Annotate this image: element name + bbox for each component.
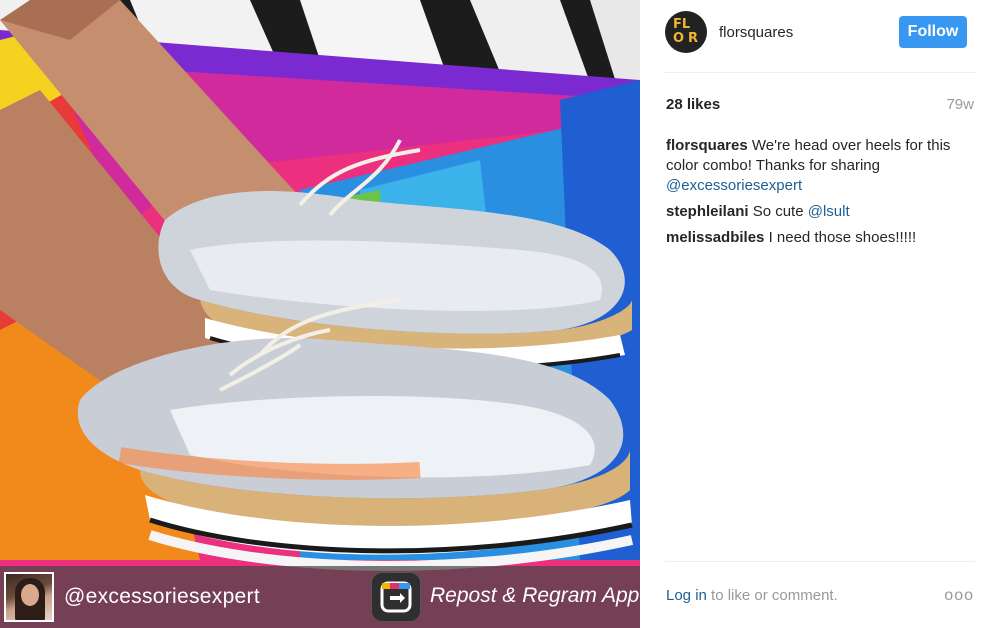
comment-text: So cute	[752, 203, 804, 220]
repost-banner: @excessoriesexpert Repost & Regram App	[0, 566, 640, 628]
post-photo[interactable]: @excessoriesexpert Repost & Regram App	[0, 0, 640, 628]
more-options-icon[interactable]: ooo	[944, 587, 974, 605]
avatar-letter-o: O	[673, 31, 685, 46]
repost-username: @excessoriesexpert	[64, 585, 260, 608]
post-sidebar: FL R O florsquares Follow 28 likes 79w f…	[641, 0, 1000, 628]
shoes-photo-image	[0, 0, 640, 628]
comment-item: melissadbiles I need those shoes!!!!!	[666, 228, 971, 248]
comment-list: florsquares We're head over heels for th…	[666, 136, 971, 254]
likes-count[interactable]: 28 likes	[666, 96, 720, 113]
comment-item: stephleilani So cute @lsult	[666, 202, 971, 222]
header-divider	[665, 72, 975, 73]
comment-text: I need those shoes!!!!!	[768, 229, 917, 246]
avatar-letters-fl: FL	[673, 17, 691, 32]
repost-app-icon	[371, 572, 421, 622]
author-username[interactable]: florsquares	[719, 24, 793, 41]
author-avatar[interactable]: FL R O	[665, 11, 707, 53]
login-link[interactable]: Log in	[666, 587, 707, 604]
comment-username[interactable]: melissadbiles	[666, 229, 764, 246]
comment-username[interactable]: stephleilani	[666, 203, 749, 220]
post-footer: Log in to like or comment. ooo	[666, 587, 974, 604]
caption-mention[interactable]: @excessoriesexpert	[666, 177, 802, 194]
caption: florsquares We're head over heels for th…	[666, 136, 971, 196]
post-header: FL R O florsquares Follow	[665, 11, 975, 53]
repost-user-avatar	[4, 572, 54, 622]
follow-button[interactable]: Follow	[899, 16, 967, 48]
comment-mention[interactable]: @lsult	[808, 203, 850, 220]
caption-username[interactable]: florsquares	[666, 137, 748, 154]
repost-app-label: Repost & Regram App	[430, 584, 640, 607]
avatar-letter-r: R	[688, 31, 699, 46]
post-age[interactable]: 79w	[946, 96, 974, 113]
login-prompt-text: to like or comment.	[711, 587, 838, 604]
footer-divider	[665, 561, 975, 562]
